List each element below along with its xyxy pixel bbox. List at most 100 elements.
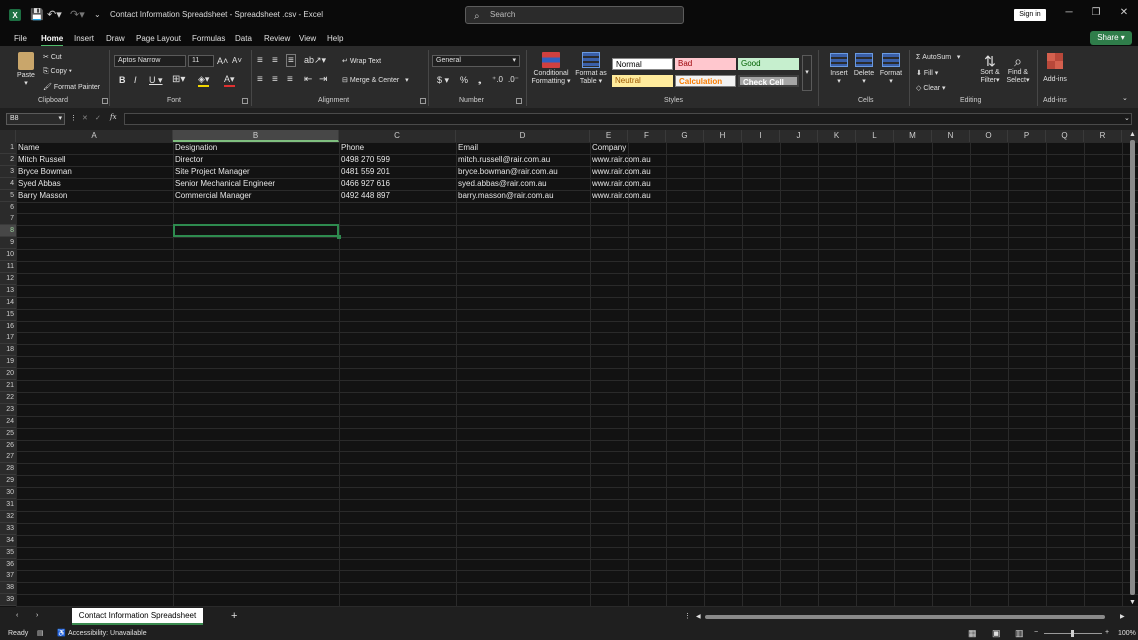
number-launcher-icon[interactable] (516, 98, 522, 104)
column-header-i[interactable]: I (742, 130, 780, 142)
select-all-corner[interactable] (0, 130, 16, 142)
cell-a3[interactable]: Bryce Bowman (16, 166, 72, 178)
cell-b5[interactable]: Commercial Manager (173, 190, 251, 202)
style-bad[interactable]: Bad (675, 58, 736, 70)
selected-cell[interactable] (173, 224, 339, 237)
fill-color-icon[interactable]: ◈▾ (198, 74, 210, 87)
insert-cells-button[interactable]: Insert ▾ (828, 53, 850, 85)
column-header-g[interactable]: G (666, 130, 704, 142)
more-options-icon[interactable]: ⋮ (70, 114, 77, 122)
conditional-formatting-button[interactable]: Conditional Formatting ▾ (531, 52, 571, 85)
tab-data[interactable]: Data (235, 34, 252, 43)
vertical-scrollbar[interactable] (1130, 140, 1135, 595)
cell-b2[interactable]: Director (173, 154, 203, 166)
font-launcher-icon[interactable] (242, 98, 248, 104)
tabs-more-icon[interactable]: ⋮ (684, 612, 691, 620)
column-header-n[interactable]: N (932, 130, 970, 142)
sort-filter-button[interactable]: ⇅ Sort & Filter▾ (978, 53, 1002, 84)
collapse-ribbon-icon[interactable]: ⌄ (1122, 94, 1128, 102)
cell-e1[interactable]: Company (590, 142, 626, 154)
sign-in-button[interactable]: Sign in (1014, 9, 1046, 21)
horizontal-scrollbar[interactable] (705, 615, 1105, 619)
sheet-tab[interactable]: Contact Information Spreadsheet (72, 608, 203, 625)
style-normal[interactable]: Normal (612, 58, 673, 70)
find-select-button[interactable]: ⌕ Find & Select▾ (1005, 53, 1031, 84)
cancel-icon[interactable]: ✕ (82, 114, 88, 122)
bold-button[interactable]: B (119, 75, 126, 85)
column-header-c[interactable]: C (339, 130, 456, 142)
cell-e4[interactable]: www.rair.com.au (590, 178, 651, 190)
increase-font-icon[interactable]: A˄ (217, 56, 228, 66)
cell-e2[interactable]: www.rair.com.au (590, 154, 651, 166)
italic-button[interactable]: I (134, 75, 137, 85)
cell-d5[interactable]: barry.masson@rair.com.au (456, 190, 554, 202)
macro-icon[interactable]: ▤ (37, 629, 44, 637)
accessibility-icon[interactable]: ♿ (57, 629, 66, 637)
currency-icon[interactable]: $ ▾ (437, 75, 449, 86)
column-header-q[interactable]: Q (1046, 130, 1084, 142)
underline-button[interactable]: U ▾ (149, 75, 163, 86)
customize-toolbar-icon[interactable]: ⌄ (94, 10, 101, 25)
align-top-icon[interactable]: ≡ (257, 55, 263, 66)
cells-area[interactable]: Name Designation Phone Email Company Mitch Ru… (0, 142, 1138, 607)
paste-button[interactable]: Paste ▾ (15, 52, 37, 87)
font-name-select[interactable]: Aptos Narrow (114, 55, 186, 67)
increase-decimal-icon[interactable]: ⁺.0 (492, 75, 503, 84)
column-header-p[interactable]: P (1008, 130, 1046, 142)
column-header-b[interactable]: B (173, 130, 339, 142)
tab-review[interactable]: Review (264, 34, 290, 43)
column-header-o[interactable]: O (970, 130, 1008, 142)
cell-c3[interactable]: 0481 559 201 (339, 166, 390, 178)
addins-button[interactable]: Add-ins (1042, 53, 1068, 83)
column-header-k[interactable]: K (818, 130, 856, 142)
column-header-m[interactable]: M (894, 130, 932, 142)
font-color-icon[interactable]: A▾ (224, 74, 235, 87)
tab-insert[interactable]: Insert (74, 34, 94, 43)
styles-more-icon[interactable]: ▾ (802, 55, 812, 91)
zoom-level[interactable]: 100% (1118, 630, 1136, 637)
cell-d3[interactable]: bryce.bowman@rair.com.au (456, 166, 558, 178)
page-layout-view-icon[interactable]: ▣ (992, 628, 1001, 639)
column-header-e[interactable]: E (590, 130, 628, 142)
style-good[interactable]: Good (738, 58, 799, 70)
spreadsheet-grid[interactable]: ABCDEFGHIJKLMNOPQR 1 2 3 4 5 6 7 8 9 10 11 12 13 14 15… (0, 130, 1138, 607)
tab-page-layout[interactable]: Page Layout (136, 34, 181, 43)
cell-d2[interactable]: mitch.russell@rair.com.au (456, 154, 550, 166)
decrease-indent-icon[interactable]: ⇤ (304, 74, 312, 85)
wrap-text-button[interactable]: ↵ Wrap Text (342, 57, 381, 65)
restore-icon[interactable]: ❐ (1089, 7, 1103, 23)
cell-a5[interactable]: Barry Masson (16, 190, 67, 202)
redo-icon[interactable]: ↷▾ (70, 8, 85, 23)
autosum-button[interactable]: Σ AutoSum ▾ (916, 53, 960, 61)
cell-c4[interactable]: 0466 927 616 (339, 178, 390, 190)
prev-sheet-icon[interactable]: ‹ (16, 612, 18, 619)
cell-a2[interactable]: Mitch Russell (16, 154, 66, 166)
share-button[interactable]: Share ▾ (1090, 31, 1132, 45)
insert-function-icon[interactable]: fx (110, 113, 117, 121)
enter-icon[interactable]: ✓ (95, 114, 101, 122)
cell-a4[interactable]: Syed Abbas (16, 178, 61, 190)
align-left-icon[interactable]: ≡ (257, 74, 263, 85)
cell-e3[interactable]: www.rair.com.au (590, 166, 651, 178)
normal-view-icon[interactable]: ▦ (968, 628, 977, 639)
column-header-h[interactable]: H (704, 130, 742, 142)
decrease-decimal-icon[interactable]: .0⁻ (508, 75, 519, 84)
zoom-out-icon[interactable]: − (1034, 629, 1038, 636)
cell-e5[interactable]: www.rair.com.au (590, 190, 651, 202)
tab-help[interactable]: Help (327, 34, 343, 43)
fill-button[interactable]: ⬇ Fill ▾ (916, 69, 938, 77)
zoom-slider-thumb[interactable] (1071, 630, 1074, 637)
tab-view[interactable]: View (299, 34, 316, 43)
fill-handle[interactable] (337, 235, 341, 239)
formula-input[interactable] (124, 113, 1132, 125)
cell-a1[interactable]: Name (16, 142, 39, 154)
cell-c5[interactable]: 0492 448 897 (339, 190, 390, 202)
scroll-right-icon[interactable]: ▶ (1120, 613, 1125, 620)
number-format-select[interactable]: General ▾ (432, 55, 520, 67)
tab-home[interactable]: Home (41, 34, 64, 47)
cell-b4[interactable]: Senior Mechanical Engineer (173, 178, 275, 190)
scroll-up-icon[interactable]: ▲ (1129, 131, 1136, 138)
add-sheet-icon[interactable]: + (231, 610, 237, 622)
cell-c1[interactable]: Phone (339, 142, 364, 154)
column-header-l[interactable]: L (856, 130, 894, 142)
